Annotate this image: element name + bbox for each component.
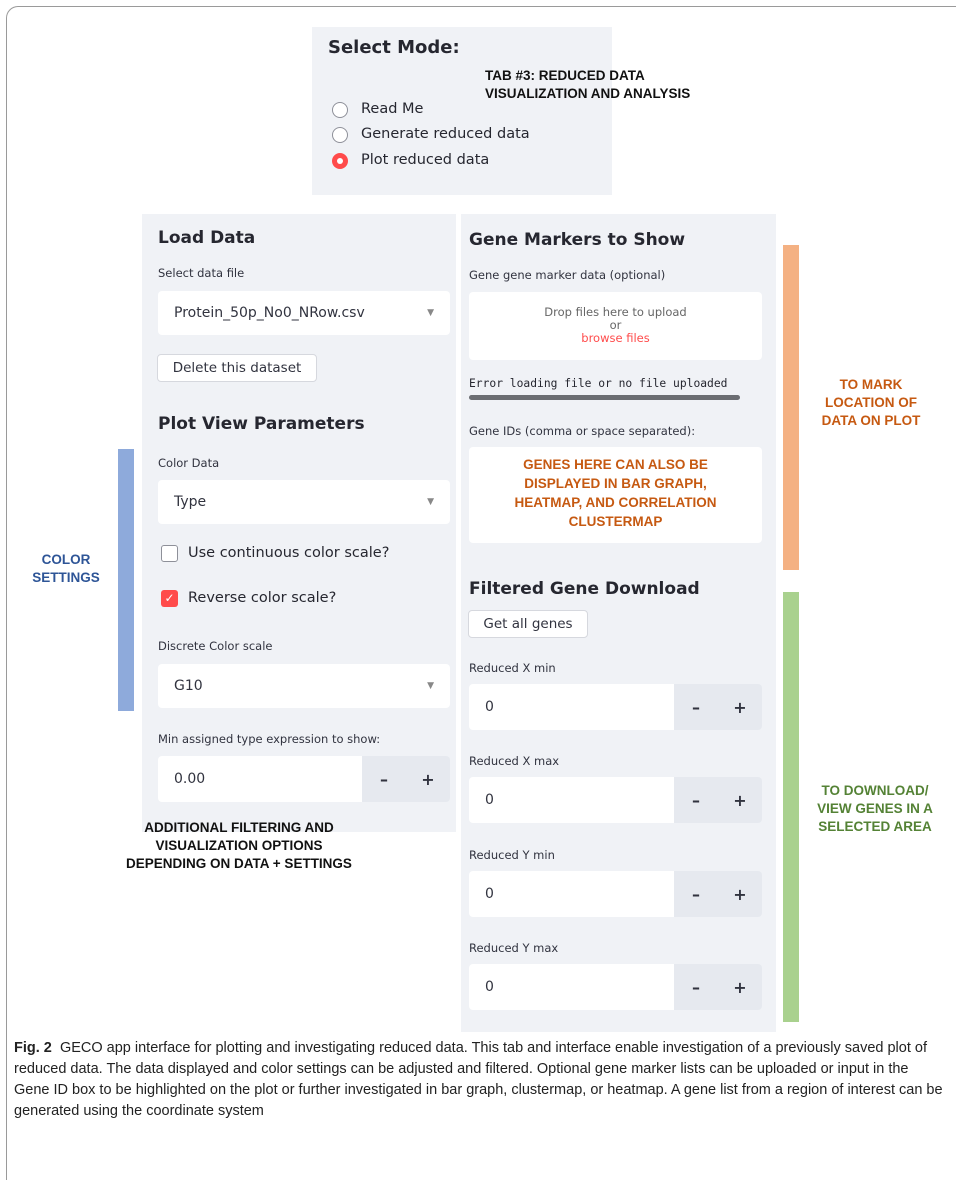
discrete-scale-value: G10 [174,678,203,694]
increment-button[interactable]: + [406,756,450,802]
min-expression-stepper[interactable]: 0.00 – + [158,756,450,802]
genes-annotation-line3: HEATMAP, AND CORRELATION [514,495,717,510]
chevron-down-icon: ▼ [427,308,434,318]
continuous-scale-label: Use continuous color scale? [188,545,390,561]
filtering-annotation: ADDITIONAL FILTERING AND VISUALIZATION O… [108,819,370,873]
download-annotation-line3: SELECTED AREA [818,819,932,834]
decrement-button[interactable]: – [674,777,718,823]
color-annotation-line1: COLOR [41,552,91,567]
tab-annotation-line2: VISUALIZATION AND ANALYSIS [485,86,691,101]
browse-files-link[interactable]: browse files [469,331,762,345]
mark-annotation-line3: DATA ON PLOT [821,413,921,428]
mark-location-annotation: TO MARK LOCATION OF DATA ON PLOT [800,376,942,430]
y-max-input[interactable]: 0 [469,964,674,1010]
x-min-input[interactable]: 0 [469,684,674,730]
decrement-button[interactable]: – [674,684,718,730]
figure-caption: Fig. 2 GECO app interface for plotting a… [14,1038,944,1122]
x-max-stepper[interactable]: 0 – + [469,777,762,823]
file-drop-zone[interactable]: Drop files here to upload or browse file… [469,292,762,360]
y-max-stepper[interactable]: 0 – + [469,964,762,1010]
radio-plot-reduced-data[interactable] [332,153,348,169]
figure-label: Fig. 2 [14,1040,52,1056]
plot-params-title: Plot View Parameters [158,414,365,434]
error-message: Error loading file or no file uploaded [469,377,728,390]
download-area-bar [783,592,799,1022]
get-all-genes-button[interactable]: Get all genes [468,610,588,638]
decrement-button[interactable]: – [674,871,718,917]
increment-button[interactable]: + [718,964,762,1010]
y-min-label: Reduced Y min [469,848,555,862]
y-max-label: Reduced Y max [469,941,559,955]
mark-location-bar [783,245,799,570]
gene-markers-title: Gene Markers to Show [469,230,686,250]
min-expression-label: Min assigned type expression to show: [158,732,381,746]
file-select-value: Protein_50p_No0_NRow.csv [174,305,365,321]
filter-annotation-line2: VISUALIZATION OPTIONS [155,838,323,853]
reverse-scale-label: Reverse color scale? [188,590,337,606]
color-settings-bar [118,449,134,711]
color-annotation-line2: SETTINGS [32,570,100,585]
reverse-scale-checkbox[interactable]: ✓ [161,590,178,607]
x-max-input[interactable]: 0 [469,777,674,823]
continuous-scale-checkbox[interactable] [161,545,178,562]
color-data-value: Type [174,494,207,510]
chevron-down-icon: ▼ [427,497,434,507]
delete-dataset-button[interactable]: Delete this dataset [157,354,317,382]
genes-annotation: GENES HERE CAN ALSO BE DISPLAYED IN BAR … [469,455,762,531]
mode-title: Select Mode: [328,37,460,58]
gene-ids-label: Gene IDs (comma or space separated): [469,424,696,438]
right-panel: Gene Markers to Show Gene gene marker da… [461,214,776,1032]
mode-panel: Select Mode: Read Me Generate reduced da… [312,27,612,195]
y-min-stepper[interactable]: 0 – + [469,871,762,917]
radio-read-me-label: Read Me [361,101,424,117]
x-min-label: Reduced X min [469,661,556,675]
filter-annotation-line1: ADDITIONAL FILTERING AND [144,820,334,835]
color-settings-annotation: COLOR SETTINGS [18,551,114,587]
genes-annotation-line4: CLUSTERMAP [568,514,663,529]
radio-generate-label: Generate reduced data [361,126,530,142]
left-panel: Load Data Select data file Protein_50p_N… [142,214,456,832]
download-annotation-line2: VIEW GENES IN A [817,801,933,816]
gene-marker-label: Gene gene marker data (optional) [469,268,666,282]
select-file-label: Select data file [158,266,245,280]
decrement-button[interactable]: – [674,964,718,1010]
increment-button[interactable]: + [718,777,762,823]
drop-or: or [609,318,622,332]
genes-annotation-line1: GENES HERE CAN ALSO BE [523,457,708,472]
radio-generate-reduced-data[interactable] [332,127,348,143]
color-data-label: Color Data [158,456,220,470]
min-expression-input[interactable]: 0.00 [158,756,362,802]
color-data-select[interactable]: Type ▼ [158,480,450,524]
filtered-download-title: Filtered Gene Download [469,579,700,599]
y-min-input[interactable]: 0 [469,871,674,917]
drop-text: Drop files here to upload [544,305,687,319]
filter-annotation-line3: DEPENDING ON DATA + SETTINGS [126,856,352,871]
decrement-button[interactable]: – [362,756,406,802]
download-annotation-line1: TO DOWNLOAD/ [821,783,929,798]
discrete-scale-select[interactable]: G10 ▼ [158,664,450,708]
radio-read-me[interactable] [332,102,348,118]
download-annotation: TO DOWNLOAD/ VIEW GENES IN A SELECTED AR… [800,782,950,836]
mark-annotation-line1: TO MARK [839,377,903,392]
discrete-scale-label: Discrete Color scale [158,639,273,653]
tab-annotation: TAB #3: REDUCED DATA VISUALIZATION AND A… [485,67,690,103]
increment-button[interactable]: + [718,871,762,917]
caption-text: GECO app interface for plotting and inve… [14,1040,943,1119]
genes-annotation-line2: DISPLAYED IN BAR GRAPH, [524,476,707,491]
increment-button[interactable]: + [718,684,762,730]
x-min-stepper[interactable]: 0 – + [469,684,762,730]
file-select[interactable]: Protein_50p_No0_NRow.csv ▼ [158,291,450,335]
chevron-down-icon: ▼ [427,681,434,691]
tab-annotation-line1: TAB #3: REDUCED DATA [485,68,645,83]
x-max-label: Reduced X max [469,754,560,768]
load-data-title: Load Data [158,228,256,248]
mark-annotation-line2: LOCATION OF [825,395,917,410]
scrollbar[interactable] [469,395,740,400]
radio-plot-label: Plot reduced data [361,152,490,168]
